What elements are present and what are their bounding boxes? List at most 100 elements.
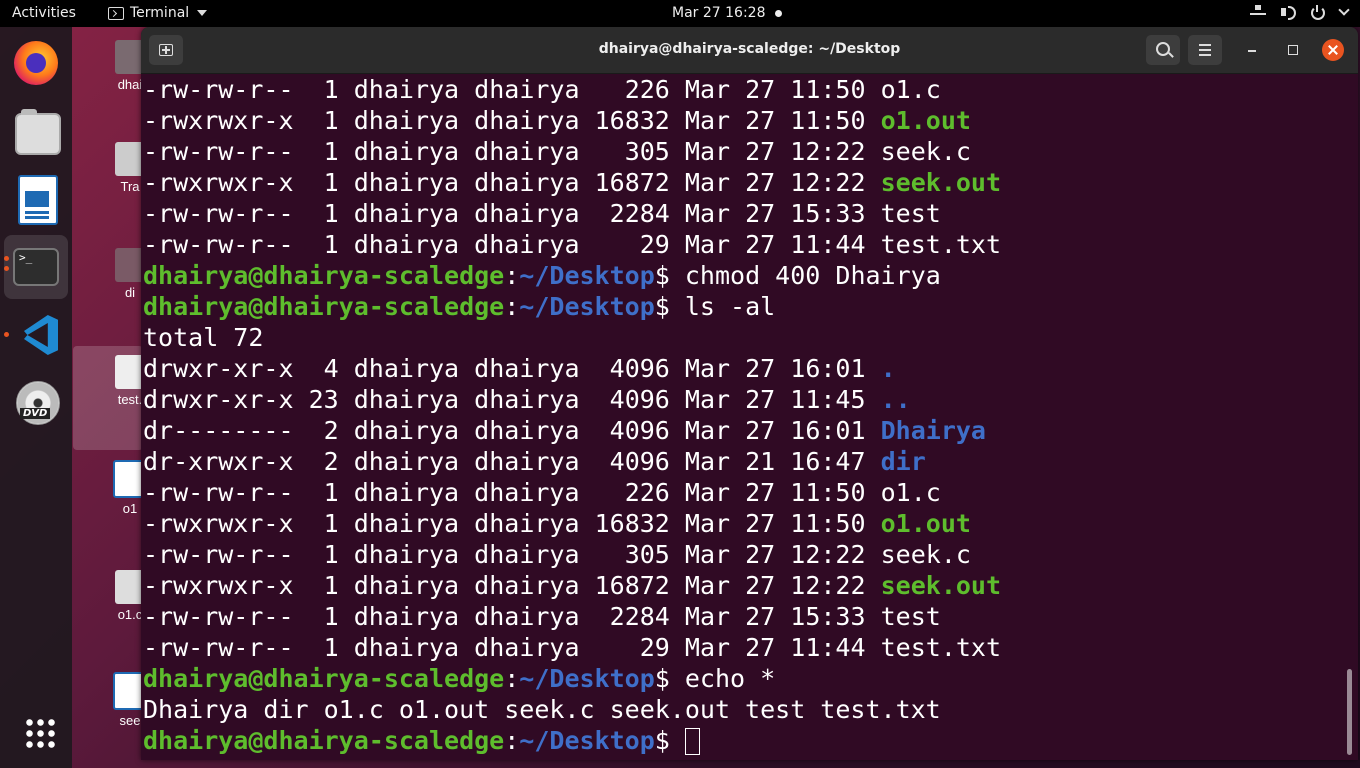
terminal-output[interactable]: -rw-rw-r-- 1 dhairya dhairya 226 Mar 27 … <box>143 74 1343 760</box>
file-owner: dhairya <box>353 416 460 445</box>
dvd-label-icon: DVD <box>20 408 51 419</box>
dock-writer[interactable] <box>4 167 68 231</box>
file-name: o1.out <box>880 509 971 538</box>
file-size: 305 <box>594 137 670 166</box>
menu-button[interactable] <box>1188 35 1222 65</box>
clock[interactable]: Mar 27 16:28 <box>672 5 765 21</box>
file-name: seek.c <box>880 540 971 569</box>
file-name: seek.out <box>880 168 1002 197</box>
prompt-user: dhairya@dhairya-scaledge <box>143 664 505 693</box>
dock-dvd[interactable]: DVD <box>4 371 68 435</box>
ls-entry-line: -rw-rw-r-- 1 dhairya dhairya 226 Mar 27 … <box>143 477 1343 508</box>
terminal-window[interactable]: dhairya@dhairya-scaledge: ~/Desktop -rw-… <box>141 27 1358 760</box>
running-indicator-icon <box>4 332 9 337</box>
ls-entry-line: -rw-rw-r-- 1 dhairya dhairya 2284 Mar 27… <box>143 601 1343 632</box>
link-count: 1 <box>308 571 339 600</box>
prompt-path: ~/Desktop <box>519 261 655 290</box>
file-date: Mar 27 11:50 <box>684 478 866 507</box>
app-menu-label: Terminal <box>130 5 190 21</box>
file-owner: dhairya <box>353 602 460 631</box>
file-size: 2284 <box>594 199 670 228</box>
link-count: 1 <box>308 633 339 662</box>
volume-icon <box>1280 5 1296 20</box>
file-size: 16832 <box>594 106 670 135</box>
file-date: Mar 27 12:22 <box>684 137 866 166</box>
window-header-bar[interactable]: dhairya@dhairya-scaledge: ~/Desktop <box>141 27 1358 74</box>
link-count: 1 <box>308 137 339 166</box>
link-count: 2 <box>308 447 339 476</box>
running-indicator-icon <box>4 266 9 271</box>
file-date: Mar 27 12:22 <box>684 168 866 197</box>
file-owner: dhairya <box>353 633 460 662</box>
file-owner: dhairya <box>353 354 460 383</box>
ls-entry-line: drwxr-xr-x 23 dhairya dhairya 4096 Mar 2… <box>143 384 1343 415</box>
dock-vscode[interactable] <box>4 303 68 367</box>
file-permissions: -rw-rw-r-- <box>143 230 294 259</box>
file-name: test <box>880 199 941 228</box>
file-owner: dhairya <box>353 137 460 166</box>
file-size: 226 <box>594 75 670 104</box>
link-count: 1 <box>308 478 339 507</box>
file-name: test.txt <box>880 633 1002 662</box>
file-owner: dhairya <box>353 168 460 197</box>
file-name: dir <box>880 447 926 476</box>
file-size: 226 <box>594 478 670 507</box>
files-icon <box>15 109 61 155</box>
prompt-line: dhairya@dhairya-scaledge:~/Desktop$ echo… <box>143 664 776 693</box>
ls-entry-line: dr-------- 2 dhairya dhairya 4096 Mar 27… <box>143 415 1343 446</box>
minimize-button[interactable] <box>1241 39 1263 61</box>
running-indicator-icon <box>4 256 9 261</box>
network-icon <box>1250 5 1266 19</box>
command-text: ls -al <box>684 292 776 321</box>
output-text: Dhairya dir o1.c o1.out seek.c seek.out … <box>143 695 941 724</box>
file-name: .. <box>880 385 911 414</box>
power-icon <box>1310 5 1326 20</box>
link-count: 1 <box>308 75 339 104</box>
file-date: Mar 27 16:01 <box>684 416 866 445</box>
file-date: Mar 27 12:22 <box>684 571 866 600</box>
dock-terminal[interactable]: >_ <box>4 235 68 299</box>
close-button[interactable] <box>1322 39 1344 61</box>
file-permissions: -rwxrwxr-x <box>143 571 294 600</box>
command-text: echo * <box>684 664 776 693</box>
dock-files[interactable] <box>4 99 68 163</box>
file-group: dhairya <box>474 540 580 569</box>
show-applications-button[interactable] <box>4 699 68 763</box>
prompt-user: dhairya@dhairya-scaledge <box>143 261 505 290</box>
file-size: 4096 <box>594 385 670 414</box>
file-owner: dhairya <box>353 385 460 414</box>
link-count: 4 <box>308 354 339 383</box>
text-cursor <box>684 728 700 755</box>
file-group: dhairya <box>474 230 580 259</box>
file-size: 305 <box>594 540 670 569</box>
ls-entry-line: dr-xrwxr-x 2 dhairya dhairya 4096 Mar 21… <box>143 446 1343 477</box>
libreoffice-writer-icon <box>18 175 58 225</box>
file-date: Mar 21 16:47 <box>684 447 866 476</box>
file-date: Mar 27 11:44 <box>684 633 866 662</box>
file-permissions: -rwxrwxr-x <box>143 106 294 135</box>
scrollbar[interactable] <box>1347 669 1352 755</box>
link-count: 1 <box>308 106 339 135</box>
file-size: 16872 <box>594 571 670 600</box>
prompt-line: dhairya@dhairya-scaledge:~/Desktop$ <box>143 725 1343 756</box>
maximize-button[interactable] <box>1282 39 1304 61</box>
file-date: Mar 27 16:01 <box>684 354 866 383</box>
dock-firefox[interactable] <box>4 31 68 95</box>
link-count: 1 <box>308 199 339 228</box>
app-menu[interactable]: Terminal <box>108 5 208 21</box>
output-line: total 72 <box>143 322 1343 353</box>
activities-button[interactable]: Activities <box>12 5 76 21</box>
file-size: 4096 <box>594 447 670 476</box>
file-name: . <box>880 354 896 383</box>
file-group: dhairya <box>474 416 580 445</box>
search-button[interactable] <box>1146 35 1180 65</box>
file-group: dhairya <box>474 447 580 476</box>
file-group: dhairya <box>474 385 580 414</box>
ls-entry-line: -rwxrwxr-x 1 dhairya dhairya 16832 Mar 2… <box>143 105 1343 136</box>
system-tray[interactable] <box>1250 4 1350 20</box>
file-group: dhairya <box>474 478 580 507</box>
file-size: 16832 <box>594 509 670 538</box>
top-bar: Activities Terminal Mar 27 16:28 <box>0 0 1360 27</box>
ls-entry-line: drwxr-xr-x 4 dhairya dhairya 4096 Mar 27… <box>143 353 1343 384</box>
file-owner: dhairya <box>353 199 460 228</box>
